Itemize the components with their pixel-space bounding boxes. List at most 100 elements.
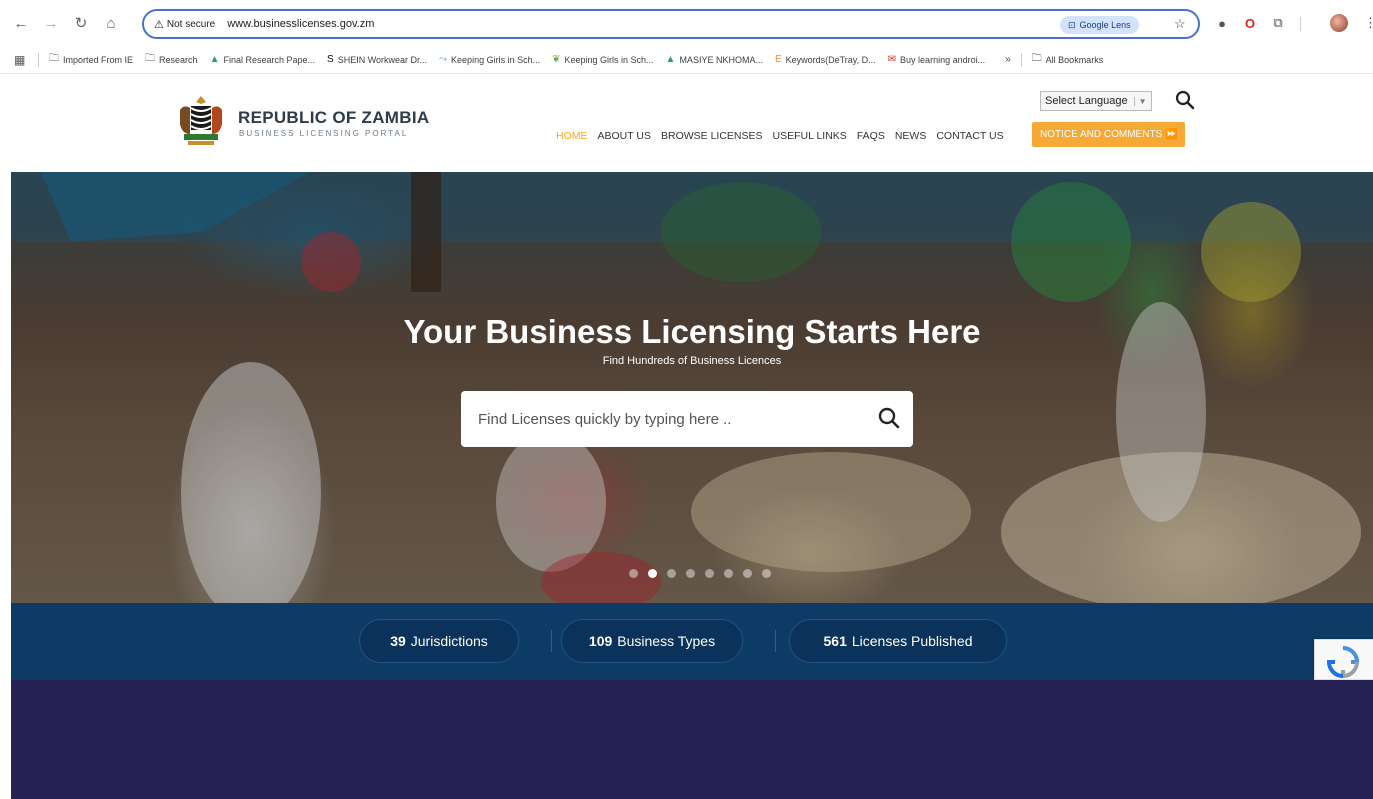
bookmarks-divider bbox=[38, 52, 39, 67]
brand-subtitle: BUSINESS LICENSING PORTAL bbox=[239, 129, 409, 138]
bookmark-label: Imported From IE bbox=[63, 54, 134, 65]
site-header: REPUBLIC OF ZAMBIA BUSINESS LICENSING PO… bbox=[0, 74, 1373, 172]
carousel-dot[interactable] bbox=[705, 569, 714, 578]
zambia-coat-of-arms-logo[interactable] bbox=[176, 94, 226, 148]
extensions-puzzle-icon[interactable]: ⧉ bbox=[1270, 15, 1286, 31]
all-bookmarks-folder[interactable]: 🗀 All Bookmarks bbox=[1032, 51, 1104, 68]
bookmark-item[interactable]: ⤳ Keeping Girls in Sch... bbox=[439, 54, 540, 65]
search-icon[interactable] bbox=[877, 406, 901, 430]
nav-item-about-us[interactable]: ABOUT US bbox=[598, 130, 651, 142]
stat-number: 561 bbox=[823, 633, 847, 649]
nav-item-useful-links[interactable]: USEFUL LINKS bbox=[773, 130, 847, 142]
bookmark-label: Keeping Girls in Sch... bbox=[451, 54, 541, 65]
lens-label: Google Lens bbox=[1079, 20, 1131, 30]
hero-title: Your Business Licensing Starts Here bbox=[403, 313, 981, 350]
bookmark-label: Final Research Pape... bbox=[223, 54, 316, 65]
bookmark-item[interactable]: ❦ Keeping Girls in Sch... bbox=[552, 54, 653, 65]
license-search-box bbox=[461, 391, 913, 447]
bookmark-star-icon[interactable]: ☆ bbox=[1174, 16, 1186, 32]
stat-divider bbox=[775, 630, 776, 652]
bookmark-item[interactable]: ✉ Buy learning androi... bbox=[888, 54, 985, 65]
nav-item-browse-licenses[interactable]: BROWSE LICENSES bbox=[661, 130, 763, 142]
bookmark-item[interactable]: ▲ MASIYE NKHOMA... bbox=[666, 54, 763, 65]
dropdown-arrow-icon: ▼ bbox=[1133, 96, 1147, 106]
carousel-dot[interactable] bbox=[724, 569, 733, 578]
e-icon: E bbox=[774, 54, 782, 65]
bookmark-label: Research bbox=[159, 54, 198, 65]
stat-business-types[interactable]: 109 Business Types bbox=[561, 619, 743, 663]
bookmark-item[interactable]: S SHEIN Workwear Dr... bbox=[327, 54, 427, 65]
stat-number: 109 bbox=[588, 633, 613, 649]
extension-icon[interactable]: ● bbox=[1214, 15, 1230, 31]
recaptcha-icon bbox=[1326, 646, 1360, 679]
carousel-dot[interactable] bbox=[629, 569, 638, 578]
notice-and-comments-button[interactable]: NOTICE AND COMMENTS ⏩ bbox=[1032, 122, 1186, 147]
drive-icon: ▲ bbox=[209, 54, 220, 65]
apps-grid-icon[interactable]: ▦ bbox=[14, 53, 28, 67]
nav-item-news[interactable]: NEWS bbox=[895, 130, 927, 142]
bookmark-label: SHEIN Workwear Dr... bbox=[337, 54, 428, 65]
stat-licenses-published[interactable]: 561 Licenses Published bbox=[789, 619, 1007, 663]
carousel-dots bbox=[629, 569, 771, 578]
stat-label: Jurisdictions bbox=[410, 633, 488, 649]
folder-icon: 🗀 bbox=[49, 53, 59, 64]
toolbar-divider bbox=[1300, 17, 1301, 31]
gmail-icon: ✉ bbox=[887, 54, 897, 65]
hero-background-photo bbox=[11, 172, 1373, 603]
bookmark-item[interactable]: 🗀 Imported From IE bbox=[49, 51, 133, 68]
url-text[interactable]: www.businesslicenses.gov.zm bbox=[227, 18, 374, 30]
bookmark-label: MASIYE NKHOMA... bbox=[679, 54, 763, 65]
folder-icon: 🗀 bbox=[1031, 53, 1042, 64]
hero-banner: Your Business Licensing Starts Here Find… bbox=[11, 172, 1373, 603]
stat-number: 39 bbox=[390, 633, 406, 649]
bookmark-item[interactable]: 🗀 Research bbox=[145, 51, 198, 68]
bookmarks-bar: ▦ 🗀 Imported From IE 🗀 Research ▲ Final Resea… bbox=[0, 46, 1373, 74]
stat-jurisdictions[interactable]: 39 Jurisdictions bbox=[359, 619, 519, 663]
license-search-input[interactable] bbox=[478, 410, 858, 428]
carousel-dot[interactable] bbox=[762, 569, 771, 578]
carousel-dot[interactable] bbox=[743, 569, 752, 578]
back-arrow-icon[interactable]: ← bbox=[8, 10, 34, 36]
security-indicator[interactable]: ⚠ Not secure bbox=[154, 18, 215, 31]
home-icon[interactable]: ⌂ bbox=[98, 10, 124, 36]
menu-kebab-icon[interactable]: ⋮ bbox=[1364, 15, 1373, 31]
carousel-dot[interactable] bbox=[648, 569, 657, 578]
bookmark-list: 🗀 Imported From IE 🗀 Research ▲ Final Researc… bbox=[49, 51, 997, 68]
recaptcha-badge[interactable] bbox=[1314, 639, 1373, 680]
bookmark-item[interactable]: ▲ Final Research Pape... bbox=[210, 54, 315, 65]
opera-icon[interactable]: O bbox=[1242, 15, 1258, 31]
more-bookmarks-button[interactable]: » bbox=[1005, 54, 1011, 65]
carousel-dot[interactable] bbox=[667, 569, 676, 578]
stats-bar: 39 Jurisdictions 109 Business Types 561 … bbox=[11, 603, 1373, 680]
language-select-label: Select Language bbox=[1045, 95, 1128, 107]
folder-icon: 🗀 bbox=[145, 53, 156, 64]
nav-item-home[interactable]: HOME bbox=[556, 130, 588, 142]
lower-section bbox=[11, 680, 1373, 799]
warning-icon: ⚠ bbox=[154, 18, 164, 31]
leaf-icon: ❦ bbox=[552, 54, 561, 65]
stat-divider bbox=[551, 630, 552, 652]
nav-item-faqs[interactable]: FAQS bbox=[857, 130, 885, 142]
brand-title[interactable]: REPUBLIC OF ZAMBIA bbox=[238, 108, 429, 128]
drive-icon: ▲ bbox=[665, 54, 676, 65]
address-bar[interactable]: ⚠ Not secure www.businesslicenses.gov.zm… bbox=[142, 9, 1200, 39]
language-select[interactable]: Select Language ▼ bbox=[1040, 91, 1152, 111]
bookmark-item[interactable]: E Keywords(DeTray, D... bbox=[775, 54, 876, 65]
google-lens-button[interactable]: ⊡ Google Lens bbox=[1060, 16, 1139, 34]
profile-avatar[interactable] bbox=[1330, 14, 1348, 32]
main-navigation: HOME ABOUT US BROWSE LICENSES USEFUL LINKS F… bbox=[556, 124, 1014, 148]
browser-toolbar: ← → ↻ ⌂ ⚠ Not secure www.businesslicense… bbox=[0, 0, 1373, 46]
search-icon[interactable] bbox=[1175, 90, 1195, 110]
security-label: Not secure bbox=[166, 18, 216, 30]
reload-icon[interactable]: ↻ bbox=[68, 10, 94, 36]
nav-item-contact-us[interactable]: CONTACT US bbox=[936, 130, 1003, 142]
link-icon: ⤳ bbox=[439, 54, 448, 65]
stat-label: Business Types bbox=[617, 633, 716, 649]
stat-label: Licenses Published bbox=[851, 633, 973, 649]
bookmark-label: Buy learning androi... bbox=[900, 54, 986, 65]
forward-arrow-icon[interactable]: → bbox=[38, 10, 64, 36]
lens-icon: ⊡ bbox=[1068, 19, 1076, 30]
bookmark-label: Keywords(DeTray, D... bbox=[785, 54, 876, 65]
carousel-dot[interactable] bbox=[686, 569, 695, 578]
bookmarks-divider bbox=[1020, 52, 1022, 67]
